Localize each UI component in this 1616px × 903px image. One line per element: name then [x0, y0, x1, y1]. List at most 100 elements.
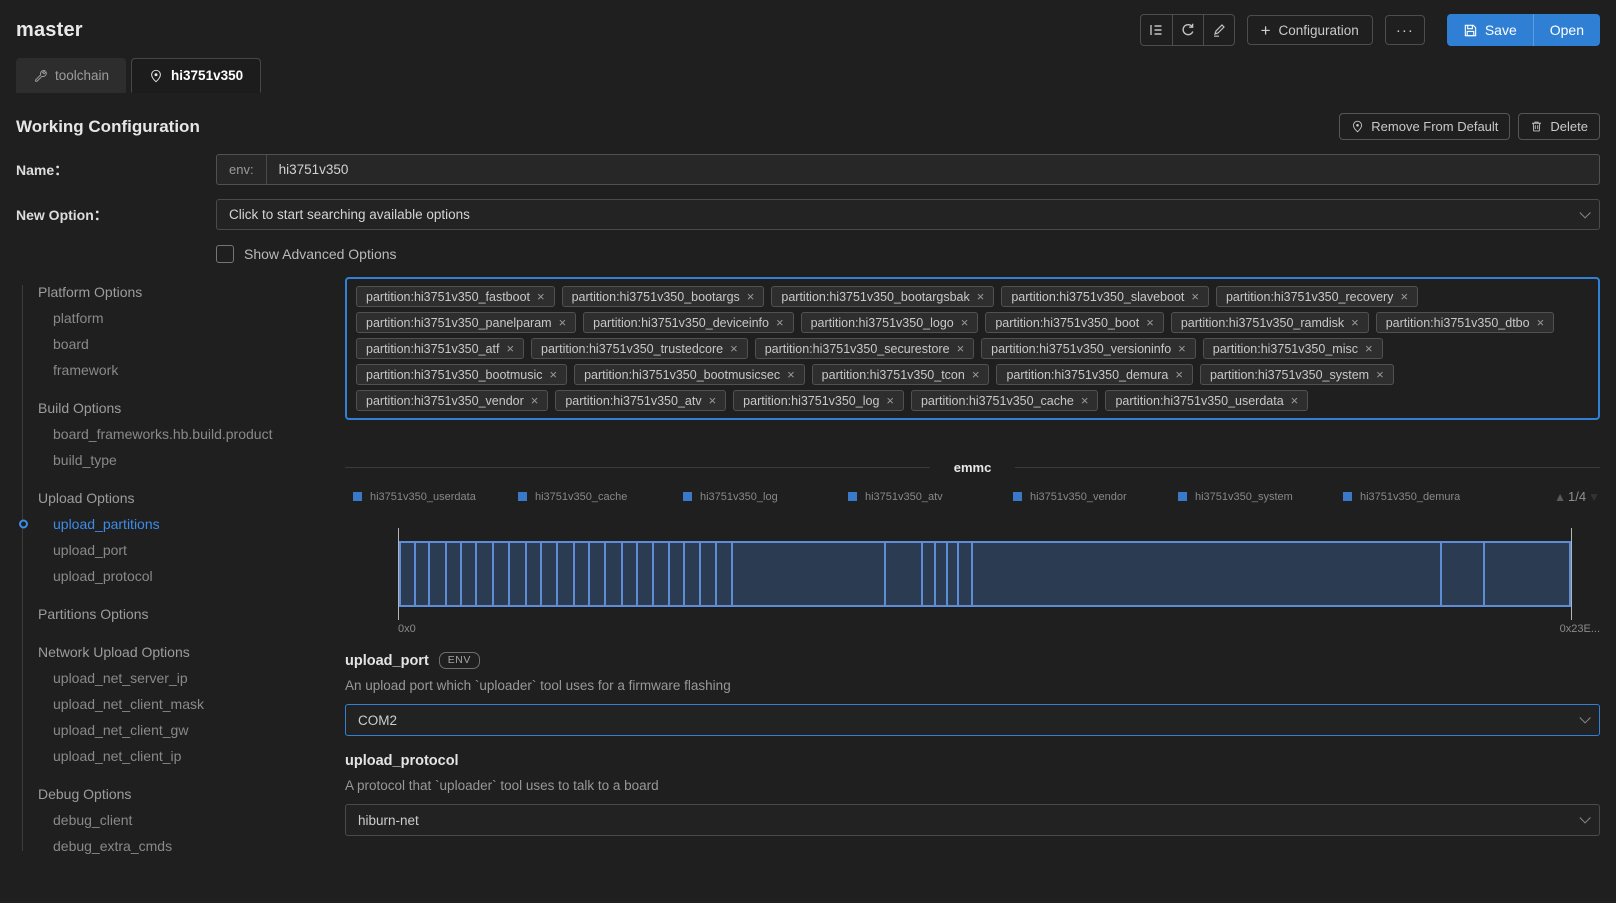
- show-advanced-checkbox[interactable]: [216, 245, 234, 263]
- add-configuration-button[interactable]: + Configuration: [1247, 15, 1373, 45]
- tag-remove-icon[interactable]: ×: [1537, 315, 1545, 330]
- tag-remove-icon[interactable]: ×: [559, 315, 567, 330]
- tag-remove-icon[interactable]: ×: [972, 367, 980, 382]
- tag-remove-icon[interactable]: ×: [537, 289, 545, 304]
- partition-segment[interactable]: [525, 543, 540, 605]
- partition-segment[interactable]: [715, 543, 731, 605]
- partition-segment[interactable]: [699, 543, 714, 605]
- partition-segment[interactable]: [884, 543, 921, 605]
- sidebar-item-upload-net-server-ip[interactable]: upload_net_server_ip: [16, 665, 345, 691]
- legend-item-hi3751v350-log[interactable]: hi3751v350_log: [683, 491, 848, 503]
- sidebar-item-board[interactable]: board: [16, 331, 345, 357]
- partition-segment[interactable]: [428, 543, 444, 605]
- partition-tag[interactable]: partition:hi3751v350_recovery×: [1216, 286, 1418, 307]
- name-input[interactable]: env: hi3751v350: [216, 154, 1600, 185]
- sidebar-group-platform-options[interactable]: Platform Options: [16, 279, 345, 305]
- sidebar-group-upload-options[interactable]: Upload Options: [16, 485, 345, 511]
- save-button[interactable]: Save: [1447, 14, 1533, 46]
- more-options-button[interactable]: ···: [1385, 15, 1425, 45]
- tag-remove-icon[interactable]: ×: [1081, 393, 1089, 408]
- partition-segment[interactable]: [492, 543, 508, 605]
- tag-remove-icon[interactable]: ×: [550, 367, 558, 382]
- sidebar-item-upload-net-client-gw[interactable]: upload_net_client_gw: [16, 717, 345, 743]
- partition-tag[interactable]: partition:hi3751v350_tcon×: [812, 364, 990, 385]
- new-option-select[interactable]: Click to start searching available optio…: [216, 199, 1600, 230]
- tag-remove-icon[interactable]: ×: [1351, 315, 1359, 330]
- partition-tag[interactable]: partition:hi3751v350_cache×: [911, 390, 1099, 411]
- tag-remove-icon[interactable]: ×: [1175, 367, 1183, 382]
- upload-protocol-select[interactable]: hiburn-net: [345, 804, 1600, 836]
- partition-segment[interactable]: [946, 543, 957, 605]
- partition-segment[interactable]: [508, 543, 524, 605]
- partition-tag[interactable]: partition:hi3751v350_logo×: [801, 312, 979, 333]
- legend-item-hi3751v350-userdata[interactable]: hi3751v350_userdata: [353, 491, 518, 503]
- tag-remove-icon[interactable]: ×: [1191, 289, 1199, 304]
- partition-tag[interactable]: partition:hi3751v350_bootargsbak×: [771, 286, 994, 307]
- partition-tag[interactable]: partition:hi3751v350_atf×: [356, 338, 524, 359]
- partition-tag[interactable]: partition:hi3751v350_ramdisk×: [1171, 312, 1369, 333]
- sidebar-item-upload-port[interactable]: upload_port: [16, 537, 345, 563]
- tag-remove-icon[interactable]: ×: [776, 315, 784, 330]
- partition-segment[interactable]: [934, 543, 947, 605]
- legend-page-up-icon[interactable]: ▲: [1554, 490, 1566, 504]
- partition-tag[interactable]: partition:hi3751v350_slaveboot×: [1001, 286, 1209, 307]
- partition-segment[interactable]: [573, 543, 588, 605]
- partition-segment[interactable]: [588, 543, 604, 605]
- tag-remove-icon[interactable]: ×: [1291, 393, 1299, 408]
- sidebar-item-upload-net-client-mask[interactable]: upload_net_client_mask: [16, 691, 345, 717]
- partition-segment[interactable]: [556, 543, 572, 605]
- partition-segment[interactable]: [445, 543, 460, 605]
- tab-hi3751v350[interactable]: hi3751v350: [131, 58, 261, 93]
- partition-tag[interactable]: partition:hi3751v350_atv×: [555, 390, 726, 411]
- partition-segment[interactable]: [621, 543, 636, 605]
- partition-tag[interactable]: partition:hi3751v350_demura×: [996, 364, 1193, 385]
- tag-remove-icon[interactable]: ×: [730, 341, 738, 356]
- upload-port-select[interactable]: COM2: [345, 704, 1600, 736]
- tag-remove-icon[interactable]: ×: [1400, 289, 1408, 304]
- tab-toolchain[interactable]: toolchain: [16, 58, 126, 93]
- partition-tag[interactable]: partition:hi3751v350_log×: [733, 390, 904, 411]
- partition-tag[interactable]: partition:hi3751v350_bootmusic×: [356, 364, 567, 385]
- legend-item-hi3751v350-cache[interactable]: hi3751v350_cache: [518, 491, 683, 503]
- legend-item-hi3751v350-atv[interactable]: hi3751v350_atv: [848, 491, 1013, 503]
- tag-remove-icon[interactable]: ×: [1376, 367, 1384, 382]
- tag-remove-icon[interactable]: ×: [957, 341, 965, 356]
- partition-segment[interactable]: [540, 543, 556, 605]
- sidebar-item-upload-net-client-ip[interactable]: upload_net_client_ip: [16, 743, 345, 769]
- partition-tag[interactable]: partition:hi3751v350_boot×: [985, 312, 1163, 333]
- partition-segment[interactable]: [921, 543, 934, 605]
- sidebar-group-partitions-options[interactable]: Partitions Options: [16, 601, 345, 627]
- sidebar-group-debug-options[interactable]: Debug Options: [16, 781, 345, 807]
- sidebar-item-build-type[interactable]: build_type: [16, 447, 345, 473]
- partition-tag[interactable]: partition:hi3751v350_securestore×: [755, 338, 974, 359]
- upload-partitions-tags-field[interactable]: partition:hi3751v350_fastboot× partition:…: [345, 277, 1600, 420]
- edit-pencil-icon[interactable]: [1203, 15, 1234, 45]
- tag-remove-icon[interactable]: ×: [886, 393, 894, 408]
- tag-remove-icon[interactable]: ×: [747, 289, 755, 304]
- legend-item-hi3751v350-vendor[interactable]: hi3751v350_vendor: [1013, 491, 1178, 503]
- partition-tag[interactable]: partition:hi3751v350_bootmusicsec×: [574, 364, 805, 385]
- list-tree-icon[interactable]: [1141, 15, 1172, 45]
- tag-remove-icon[interactable]: ×: [977, 289, 985, 304]
- partition-segment[interactable]: [636, 543, 652, 605]
- remove-from-default-button[interactable]: Remove From Default: [1339, 113, 1510, 140]
- sidebar-item-platform[interactable]: platform: [16, 305, 345, 331]
- partition-tag[interactable]: partition:hi3751v350_system×: [1200, 364, 1394, 385]
- partition-tag[interactable]: partition:hi3751v350_fastboot×: [356, 286, 555, 307]
- partition-segment[interactable]: [460, 543, 475, 605]
- partition-segment[interactable]: [1483, 543, 1569, 605]
- legend-item-hi3751v350-system[interactable]: hi3751v350_system: [1178, 491, 1343, 503]
- tag-remove-icon[interactable]: ×: [961, 315, 969, 330]
- partition-segment[interactable]: [683, 543, 699, 605]
- partition-tag[interactable]: partition:hi3751v350_vendor×: [356, 390, 548, 411]
- partition-segment[interactable]: [731, 543, 884, 605]
- sidebar-item-framework[interactable]: framework: [16, 357, 345, 383]
- tag-remove-icon[interactable]: ×: [709, 393, 717, 408]
- tag-remove-icon[interactable]: ×: [1146, 315, 1154, 330]
- delete-button[interactable]: Delete: [1518, 113, 1600, 140]
- partition-segment[interactable]: [971, 543, 1440, 605]
- sidebar-group-build-options[interactable]: Build Options: [16, 395, 345, 421]
- legend-page-down-icon[interactable]: ▼: [1588, 490, 1600, 504]
- open-button[interactable]: Open: [1533, 14, 1600, 46]
- partition-segment[interactable]: [475, 543, 491, 605]
